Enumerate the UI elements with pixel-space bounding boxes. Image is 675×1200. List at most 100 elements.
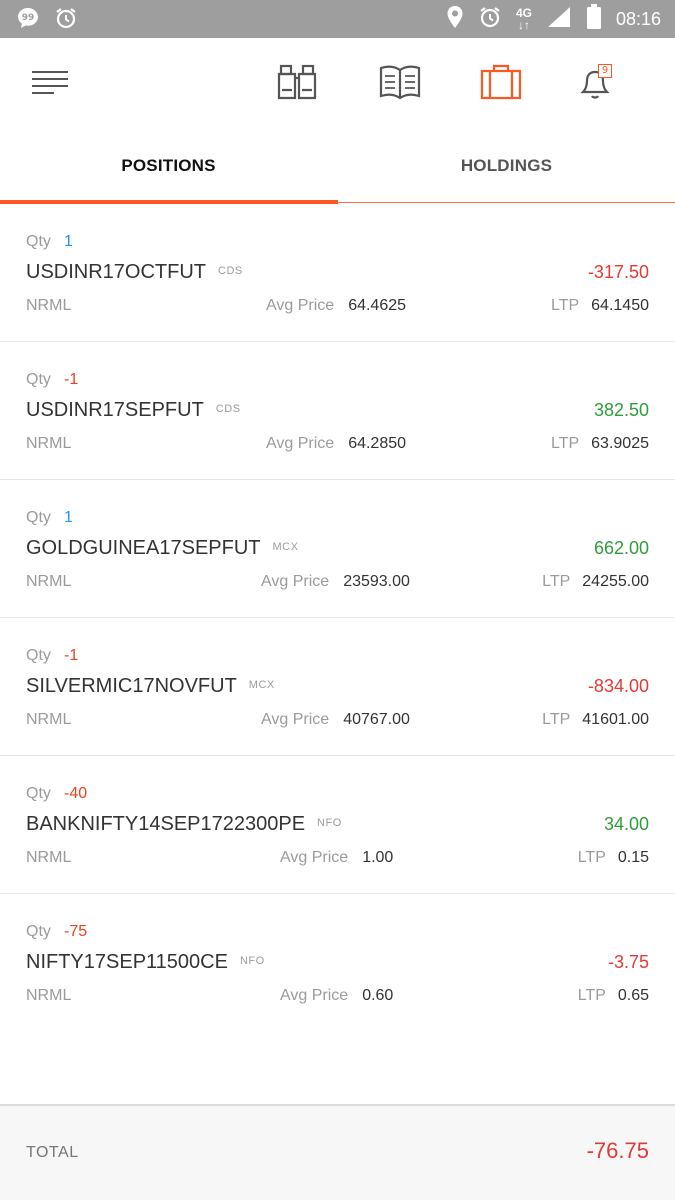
qty-value: -1: [64, 371, 79, 388]
qty-label: Qty: [26, 923, 51, 940]
symbol: USDINR17OCTFUT CDS: [26, 261, 243, 284]
product-type: NRML: [26, 711, 72, 728]
symbol: GOLDGUINEA17SEPFUT MCX: [26, 537, 298, 560]
exchange: NFO: [239, 955, 265, 967]
product-type: NRML: [26, 297, 72, 314]
position-row[interactable]: Qty -1 USDINR17SEPFUT CDS 382.50 NRML Avg…: [0, 342, 675, 480]
symbol-name: NIFTY17SEP11500CE: [26, 951, 228, 973]
binoculars-icon[interactable]: [275, 62, 319, 102]
ltp-value: 64.1450: [591, 297, 649, 314]
qty-value: -75: [64, 923, 88, 940]
product-type: NRML: [26, 573, 72, 590]
avg-price-value: 23593.00: [343, 573, 410, 590]
position-row[interactable]: Qty 1 USDINR17OCTFUT CDS -317.50 NRML Avg…: [0, 204, 675, 342]
product-type: NRML: [26, 849, 72, 866]
signal-icon: [546, 5, 572, 34]
avg-price-value: 64.4625: [348, 297, 407, 314]
menu-icon[interactable]: [30, 68, 70, 98]
app-bar: 9: [0, 38, 675, 128]
pnl-value: -3.75: [607, 952, 649, 972]
symbol: NIFTY17SEP11500CE NFO: [26, 951, 265, 974]
symbol-name: USDINR17OCTFUT: [26, 261, 207, 283]
ltp-label: LTP: [551, 435, 580, 452]
ltp: LTP 64.1450: [551, 297, 649, 315]
avg-price: Avg Price 1.00: [280, 849, 393, 867]
notification-badge: 9: [598, 64, 612, 78]
position-row[interactable]: Qty -1 SILVERMIC17NOVFUT MCX -834.00 NRML…: [0, 618, 675, 756]
product-type: NRML: [26, 987, 72, 1004]
total-value: -76.75: [586, 1138, 649, 1163]
qty-label: Qty: [26, 509, 51, 526]
exchange: NFO: [317, 817, 342, 829]
total-label: TOTAL: [26, 1144, 79, 1161]
symbol: BANKNIFTY14SEP1722300PE NFO: [26, 813, 342, 836]
status-bar-left: 99: [16, 6, 78, 35]
ltp-value: 24255.00: [582, 573, 649, 590]
ltp-label: LTP: [551, 297, 580, 314]
qty-label: Qty: [26, 233, 51, 250]
bell-icon[interactable]: 9: [574, 62, 618, 102]
ltp-value: 41601.00: [582, 711, 649, 728]
pnl-value: -834.00: [587, 676, 649, 696]
exchange: CDS: [215, 403, 241, 415]
tab-holdings[interactable]: HOLDINGS: [338, 128, 675, 204]
positions-list: Qty 1 USDINR17OCTFUT CDS -317.50 NRML Avg…: [0, 204, 675, 1032]
position-row[interactable]: Qty -40 BANKNIFTY14SEP1722300PE NFO 34.00…: [0, 756, 675, 894]
svg-text:99: 99: [22, 13, 35, 23]
avg-price-label: Avg Price: [261, 573, 330, 590]
avg-price-label: Avg Price: [266, 297, 335, 314]
tab-divider: [338, 202, 675, 203]
product-type: NRML: [26, 435, 72, 452]
avg-price-value: 64.2850: [348, 435, 407, 452]
avg-price-value: 1.00: [362, 849, 394, 866]
symbol: SILVERMIC17NOVFUT MCX: [26, 675, 275, 698]
ltp-value: 0.65: [617, 987, 649, 1004]
ltp: LTP 0.65: [578, 987, 649, 1005]
total-bar: TOTAL -76.75: [0, 1104, 675, 1200]
ltp: LTP 63.9025: [551, 435, 649, 453]
symbol: USDINR17SEPFUT CDS: [26, 399, 241, 422]
symbol-name: USDINR17SEPFUT: [26, 399, 204, 421]
avg-price-label: Avg Price: [280, 849, 349, 866]
status-bar: 99 4G ↓↑ 08:16: [0, 0, 675, 38]
book-icon[interactable]: [378, 62, 422, 102]
avg-price-value: 40767.00: [343, 711, 410, 728]
qty-value: 1: [64, 233, 73, 250]
exchange: CDS: [218, 265, 243, 277]
network-type: 4G ↓↑: [516, 7, 532, 31]
pnl-value: 662.00: [593, 538, 649, 558]
avg-price: Avg Price 0.60: [280, 987, 393, 1005]
ltp-value: 63.9025: [591, 435, 649, 452]
position-row[interactable]: Qty -75 NIFTY17SEP11500CE NFO -3.75 NRML …: [0, 894, 675, 1032]
chat-bubble-icon: 99: [16, 6, 40, 35]
status-bar-right: 4G ↓↑ 08:16: [446, 3, 661, 35]
avg-price-label: Avg Price: [280, 987, 349, 1004]
exchange: MCX: [272, 541, 299, 553]
qty-label: Qty: [26, 647, 51, 664]
tab-positions[interactable]: POSITIONS: [0, 128, 337, 204]
position-row[interactable]: Qty 1 GOLDGUINEA17SEPFUT MCX 662.00 NRML …: [0, 480, 675, 618]
qty-value: 1: [64, 509, 73, 526]
data-arrows-icon: ↓↑: [517, 18, 530, 32]
pnl-value: -317.50: [587, 262, 649, 282]
symbol-name: GOLDGUINEA17SEPFUT: [26, 537, 261, 559]
ltp-label: LTP: [542, 711, 571, 728]
ltp: LTP 41601.00: [542, 711, 649, 729]
avg-price: Avg Price 64.2850: [266, 435, 406, 453]
clock: 08:16: [615, 8, 661, 29]
briefcase-icon[interactable]: [479, 62, 523, 102]
avg-price: Avg Price 40767.00: [261, 711, 410, 729]
symbol-name: SILVERMIC17NOVFUT: [26, 675, 237, 697]
battery-icon: [586, 3, 602, 35]
avg-price-value: 0.60: [362, 987, 394, 1004]
avg-price-label: Avg Price: [266, 435, 335, 452]
ltp: LTP 24255.00: [542, 573, 649, 591]
avg-price-label: Avg Price: [261, 711, 330, 728]
avg-price: Avg Price 64.4625: [266, 297, 406, 315]
tab-bar: POSITIONS HOLDINGS: [0, 128, 675, 204]
exchange: MCX: [248, 679, 275, 691]
alarm-icon: [54, 6, 78, 35]
symbol-name: BANKNIFTY14SEP1722300PE: [26, 813, 306, 835]
ltp-label: LTP: [577, 849, 606, 866]
avg-price: Avg Price 23593.00: [261, 573, 410, 591]
